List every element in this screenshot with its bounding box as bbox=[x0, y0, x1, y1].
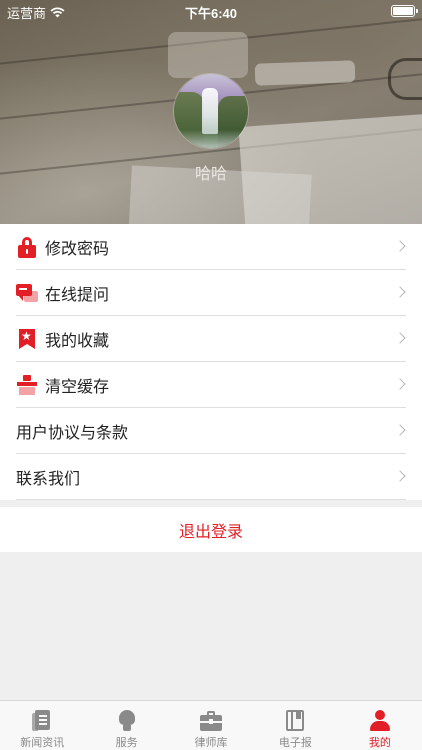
tab-label: 律师库 bbox=[194, 736, 228, 749]
tab-services[interactable]: 服务 bbox=[84, 701, 168, 750]
menu-item-label: 用户协议与条款 bbox=[16, 423, 129, 442]
chat-icon bbox=[16, 282, 38, 304]
avatar[interactable] bbox=[174, 74, 248, 148]
menu-item-contact-us[interactable]: 联系我们 bbox=[0, 454, 422, 500]
chevron-right-icon bbox=[394, 286, 406, 298]
menu-item-label: 我的收藏 bbox=[45, 331, 110, 350]
background-phone bbox=[254, 60, 356, 86]
lock-icon bbox=[16, 236, 38, 258]
chevron-right-icon bbox=[394, 332, 406, 344]
tab-label: 电子报 bbox=[278, 736, 312, 749]
status-bar: 运营商 下午6:40 bbox=[0, 0, 422, 22]
chevron-right-icon bbox=[394, 240, 406, 252]
menu-item-favorites[interactable]: ★ 我的收藏 bbox=[0, 316, 422, 362]
menu-item-label: 在线提问 bbox=[45, 285, 110, 304]
tab-epaper[interactable]: 电子报 bbox=[253, 701, 337, 750]
tab-lawyers[interactable]: 律师库 bbox=[169, 701, 253, 750]
clear-cache-icon bbox=[16, 374, 38, 396]
chevron-right-icon bbox=[394, 424, 406, 436]
settings-menu: 修改密码 在线提问 ★ 我的收藏 清空缓存 用户协议与条款 联系我们 bbox=[0, 224, 422, 500]
chevron-right-icon bbox=[394, 378, 406, 390]
menu-item-change-password[interactable]: 修改密码 bbox=[0, 224, 422, 270]
menu-item-label: 联系我们 bbox=[16, 469, 81, 488]
book-icon bbox=[283, 709, 307, 731]
tab-label: 我的 bbox=[368, 736, 391, 749]
lightbulb-icon bbox=[115, 709, 139, 731]
background-cup bbox=[168, 32, 248, 78]
username[interactable]: 哈哈 bbox=[0, 160, 422, 184]
tab-label: 服务 bbox=[115, 736, 138, 749]
menu-item-label: 清空缓存 bbox=[45, 377, 110, 396]
news-icon bbox=[30, 709, 54, 731]
tab-news[interactable]: 新闻资讯 bbox=[0, 701, 84, 750]
menu-item-user-agreement[interactable]: 用户协议与条款 bbox=[0, 408, 422, 454]
person-icon bbox=[368, 709, 392, 731]
briefcase-icon bbox=[199, 709, 223, 731]
background-glasses bbox=[388, 58, 422, 100]
chevron-right-icon bbox=[394, 470, 406, 482]
menu-item-label: 修改密码 bbox=[45, 239, 110, 258]
tab-me[interactable]: 我的 bbox=[338, 701, 422, 750]
bookmark-star-icon: ★ bbox=[16, 328, 38, 350]
battery-icon bbox=[391, 5, 418, 17]
logout-button[interactable]: 退出登录 bbox=[0, 507, 422, 552]
clock: 下午6:40 bbox=[184, 6, 238, 21]
profile-header: 运营商 下午6:40 哈哈 bbox=[0, 0, 422, 224]
tab-label: 新闻资讯 bbox=[20, 736, 65, 749]
menu-item-online-question[interactable]: 在线提问 bbox=[0, 270, 422, 316]
menu-item-clear-cache[interactable]: 清空缓存 bbox=[0, 362, 422, 408]
tab-bar: 新闻资讯 服务 律师库 电子报 我的 bbox=[0, 700, 422, 750]
